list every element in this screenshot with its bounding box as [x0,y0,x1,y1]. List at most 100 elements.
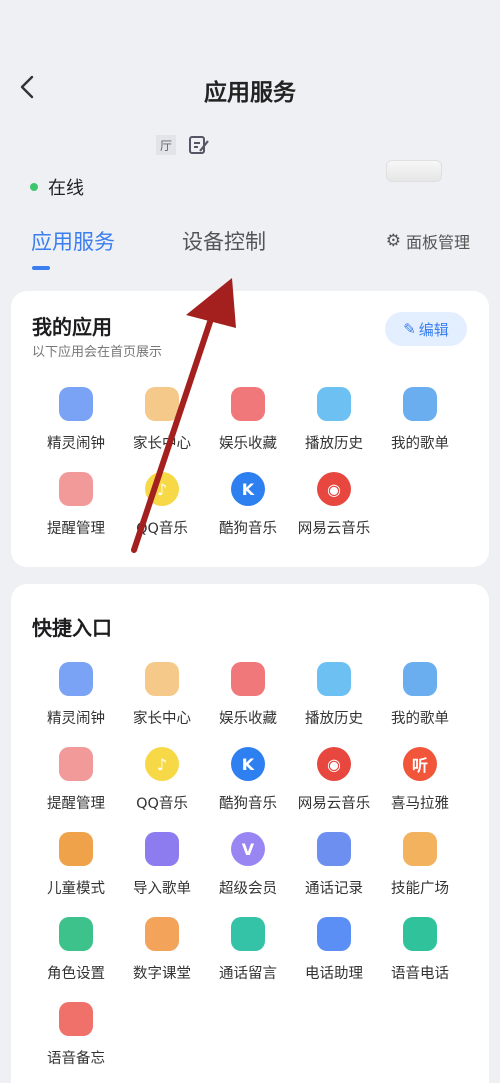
app-item[interactable]: 娱乐收藏 [205,662,291,728]
app-item-label: 网易云音乐 [297,796,371,812]
app-item[interactable]: 精灵闹钟 [33,662,119,728]
app-item-label: 我的歌单 [391,711,449,727]
history-icon [317,387,351,421]
kugou-icon: K [231,472,265,506]
app-item[interactable]: 娱乐收藏 [205,387,291,453]
app-item-label: 播放历史 [305,436,363,452]
netease-icon: ◉ [317,747,351,781]
app-item-label: 家长中心 [133,436,191,452]
kugou-icon: K [231,747,265,781]
app-item-label: 语音备忘 [47,1051,105,1067]
app-item[interactable]: 我的歌单 [377,662,463,728]
app-item[interactable]: K 酷狗音乐 [205,472,291,538]
app-item-label: 超级会员 [219,881,277,897]
app-item[interactable]: V 超级会员 [205,832,291,898]
status-text: 在线 [48,178,84,199]
voice-memo-icon [59,1002,93,1036]
app-item-label: 儿童模式 [47,881,105,897]
app-item[interactable]: 语音备忘 [33,1002,119,1068]
app-item[interactable]: 电话助理 [291,917,377,983]
app-item[interactable]: 技能广场 [377,832,463,898]
app-item-label: 我的歌单 [391,436,449,452]
app-item[interactable]: 听喜马拉雅 [377,747,463,813]
app-item[interactable]: ♪ QQ音乐 [119,747,205,813]
app-item-label: 精灵闹钟 [47,436,105,452]
vip-heart-icon: V [231,832,265,866]
alarm-clock-icon [59,387,93,421]
playlist-icon [403,662,437,696]
my-apps-subtitle: 以下应用会在首页展示 [32,345,163,360]
app-item[interactable]: 数字课堂 [119,917,205,983]
favorite-folder-icon [231,662,265,696]
app-item-label: 语音电话 [391,966,449,982]
tab-device-control[interactable]: 设备控制 [182,226,266,256]
app-item-label: 导入歌单 [133,881,191,897]
app-item[interactable]: 家长中心 [119,387,205,453]
import-playlist-icon [145,832,179,866]
app-item-label: QQ音乐 [136,521,188,537]
app-item[interactable]: ◉ 网易云音乐 [291,747,377,813]
voice-call-icon [403,917,437,951]
bell-icon [59,472,93,506]
app-item-label: 技能广场 [391,881,449,897]
edit-label: 编辑 [418,320,449,339]
qq-music-icon: ♪ [145,472,179,506]
app-item[interactable]: 通话留言 [205,917,291,983]
app-item-label: 喜马拉雅 [391,796,449,812]
app-item-label: 酷狗音乐 [219,796,277,812]
app-item[interactable]: 语音电话 [377,917,463,983]
active-tab-indicator [32,266,50,270]
app-item[interactable]: ♪ QQ音乐 [119,472,205,538]
shortcuts-title: 快捷入口 [32,616,112,640]
app-item[interactable]: 我的歌单 [377,387,463,453]
app-header: 应用服务 [0,60,500,116]
history-icon [317,662,351,696]
planet-icon [403,832,437,866]
app-item-label: 电话助理 [305,966,363,982]
device-info: 厅 在线 [0,130,500,210]
shortcuts-card: 快捷入口 精灵闹钟 家长中心 娱乐收藏 播放历史 我的歌单提醒管理 ♪ QQ音乐 K 酷狗音乐 ◉… [11,584,489,1083]
video-class-icon [145,917,179,951]
edit-name-icon[interactable] [188,135,210,155]
rocking-horse-icon [59,832,93,866]
app-item-label: 提醒管理 [47,521,105,537]
app-item[interactable]: 提醒管理 [33,747,119,813]
app-item[interactable]: 播放历史 [291,662,377,728]
panel-management-button[interactable]: ⚙ 面板管理 [386,229,470,253]
device-icons: 厅 [156,135,210,155]
device-room-chip[interactable]: 厅 [156,135,176,155]
app-item[interactable]: 儿童模式 [33,832,119,898]
app-item[interactable]: 家长中心 [119,662,205,728]
speaker-device-image [386,160,442,182]
app-item-label: 通话留言 [219,966,277,982]
app-item-label: QQ音乐 [136,796,188,812]
page-title: 应用服务 [204,80,296,106]
app-item-label: 娱乐收藏 [219,436,277,452]
app-item[interactable]: 提醒管理 [33,472,119,538]
app-item[interactable]: 精灵闹钟 [33,387,119,453]
app-item[interactable]: 角色设置 [33,917,119,983]
tab-app-services[interactable]: 应用服务 [31,226,115,256]
robot-icon [317,917,351,951]
netease-icon: ◉ [317,472,351,506]
online-status: 在线 [30,174,84,200]
app-item[interactable]: K 酷狗音乐 [205,747,291,813]
tab-bar: 应用服务 设备控制 ⚙ 面板管理 [0,222,500,274]
app-item-label: 数字课堂 [133,966,191,982]
parent-face-icon [145,387,179,421]
alarm-clock-icon [59,662,93,696]
app-item[interactable]: 播放历史 [291,387,377,453]
my-apps-title: 我的应用 [32,315,112,339]
bell-icon [59,747,93,781]
app-item-label: 播放历史 [305,711,363,727]
app-item[interactable]: 导入歌单 [119,832,205,898]
app-item[interactable]: 通话记录 [291,832,377,898]
app-item[interactable]: ◉ 网易云音乐 [291,472,377,538]
edit-button[interactable]: ✎ 编辑 [385,312,467,346]
app-item-label: 酷狗音乐 [219,521,277,537]
qq-music-icon: ♪ [145,747,179,781]
app-item-label: 网易云音乐 [297,521,371,537]
status-dot [30,183,38,191]
app-item-label: 精灵闹钟 [47,711,105,727]
role-user-icon [59,917,93,951]
